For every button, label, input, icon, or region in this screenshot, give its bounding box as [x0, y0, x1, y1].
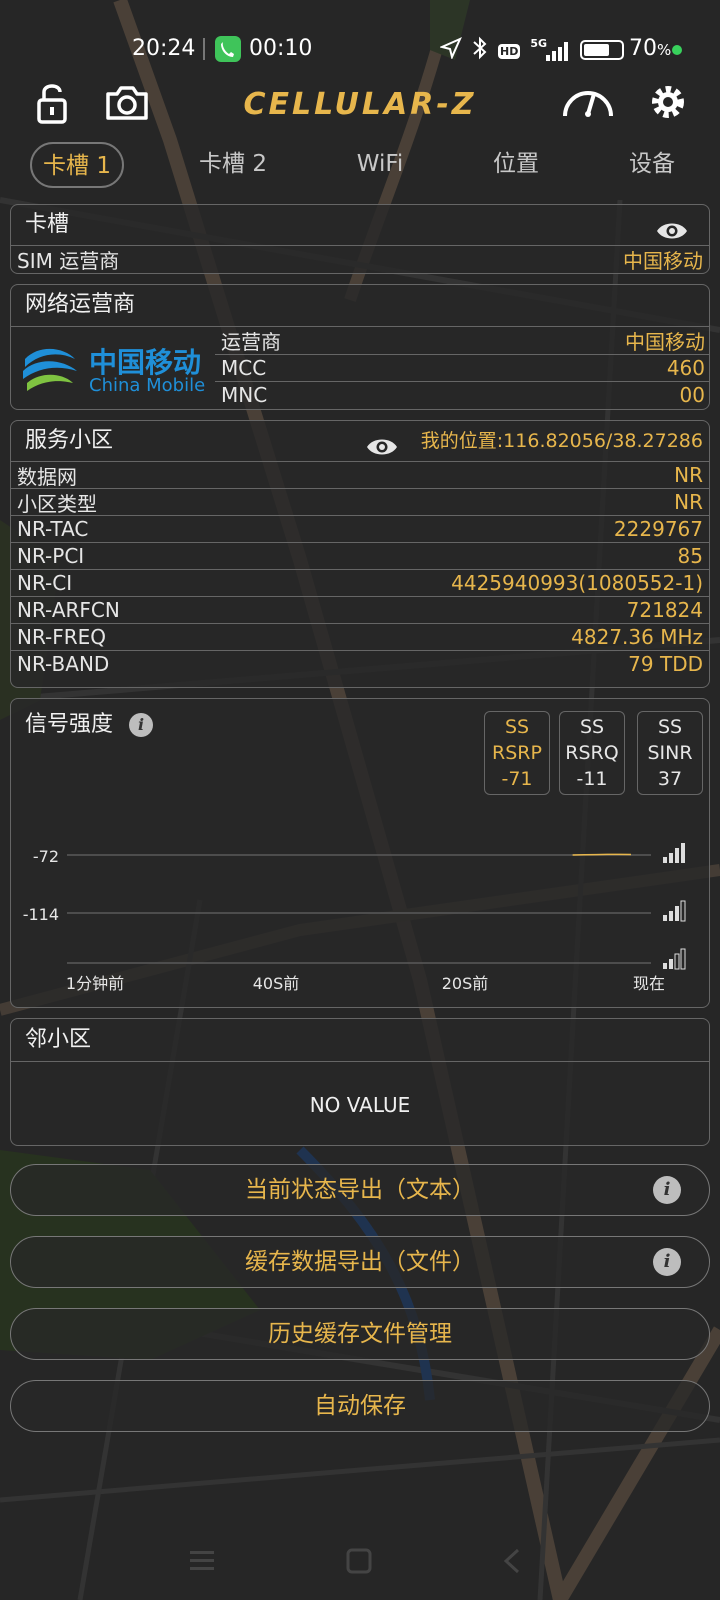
tab-bar: 卡槽 1 卡槽 2 WiFi 位置 设备	[0, 142, 720, 188]
tab-slot-2[interactable]: 卡槽 2	[178, 142, 288, 188]
5g-signal-icon: 5G	[530, 37, 570, 63]
x-tick-label: 1分钟前	[66, 974, 124, 993]
status-divider	[203, 38, 205, 60]
battery-icon	[580, 40, 624, 60]
operator-rows: 运营商 中国移动 MCC 460 MNC 00	[215, 327, 709, 408]
home-icon[interactable]	[346, 1548, 372, 1578]
ss-sinr-box: SS SINR 37	[637, 711, 703, 795]
serving-cell-panel: 服务小区 我的位置:116.82056/38.27286 数据网 NR 小区类型 N…	[10, 420, 710, 688]
status-icons: HD 5G	[438, 36, 570, 66]
signal-bars-icon	[663, 843, 685, 863]
info-icon[interactable]: i	[653, 1248, 681, 1276]
cell-row: 小区类型 NR	[11, 488, 709, 516]
export-status-text-label: 当前状态导出（文本）	[245, 1177, 475, 1203]
eye-icon[interactable]	[365, 431, 399, 455]
history-cache-manager-button[interactable]: 历史缓存文件管理	[10, 1308, 710, 1360]
status-time: 20:24	[132, 36, 196, 61]
china-mobile-en: China Mobile	[89, 375, 206, 396]
tab-location[interactable]: 位置	[468, 142, 564, 188]
rsrp-series-line	[572, 853, 632, 856]
bluetooth-icon	[472, 36, 488, 66]
slot-panel-title: 卡槽	[25, 212, 70, 237]
tab-wifi[interactable]: WiFi	[330, 142, 430, 188]
signal-bars-icon	[663, 948, 686, 970]
x-tick-label: 20S前	[442, 974, 489, 993]
serving-cell-title: 服务小区	[25, 428, 114, 453]
info-icon[interactable]: i	[653, 1176, 681, 1204]
x-tick-label: 现在	[633, 974, 665, 993]
cell-row: NR-ARFCN 721824	[11, 596, 709, 623]
cell-row: NR-CI 4425940993(1080552-1)	[11, 569, 709, 596]
cell-row: NR-TAC 2229767	[11, 515, 709, 542]
y-tick-label: -72	[33, 847, 59, 866]
y-tick-label: -114	[23, 905, 59, 924]
slot-row-sim-operator: SIM 运营商 中国移动	[11, 245, 709, 273]
lock-icon[interactable]	[34, 80, 74, 130]
system-nav-bar	[0, 1540, 720, 1600]
x-tick-label: 40S前	[253, 974, 300, 993]
china-mobile-logo: 中国移动 China Mobile	[19, 335, 209, 405]
gear-icon[interactable]	[648, 80, 688, 130]
back-icon[interactable]	[502, 1548, 522, 1578]
neighbor-no-value: NO VALUE	[11, 1061, 709, 1145]
neighbor-cell-title: 邻小区	[25, 1027, 92, 1052]
phone-call-icon[interactable]	[215, 36, 241, 62]
china-mobile-emblem-icon	[23, 348, 77, 391]
camera-icon[interactable]	[104, 80, 152, 130]
signal-strength-title: 信号强度	[25, 712, 114, 737]
export-status-text-button[interactable]: 当前状态导出（文本） i	[10, 1164, 710, 1216]
menu-icon[interactable]	[188, 1548, 216, 1576]
neighbor-cell-panel: 邻小区 NO VALUE	[10, 1018, 710, 1146]
speedometer-icon[interactable]	[560, 80, 616, 130]
cell-row: NR-FREQ 4827.36 MHz	[11, 623, 709, 650]
operator-row-mcc: MCC 460	[215, 354, 709, 381]
battery-percent: 70%	[629, 36, 672, 61]
export-cache-file-label: 缓存数据导出（文件）	[245, 1249, 475, 1275]
location-arrow-icon	[438, 37, 462, 65]
cell-row: NR-BAND 79 TDD	[11, 650, 709, 677]
call-timer: 00:10	[249, 36, 313, 61]
operator-body: 中国移动 China Mobile 运营商 中国移动 MCC 460 MNC 00	[11, 326, 709, 409]
ss-rsrp-box: SS RSRP -71	[484, 711, 550, 795]
signal-bars-icon	[663, 900, 686, 922]
operator-panel: 网络运营商 中国移动 China Mobile 运营商 中国移动 MCC 460 M…	[10, 284, 710, 410]
info-icon[interactable]: i	[129, 713, 153, 737]
status-bar: 20:24 00:10 HD 5G 70%	[0, 30, 720, 70]
tab-device[interactable]: 设备	[604, 142, 700, 188]
tab-slot-1[interactable]: 卡槽 1	[30, 142, 124, 188]
operator-row-mnc: MNC 00	[215, 381, 709, 408]
operator-row-carrier: 运营商 中国移动	[221, 330, 705, 354]
cell-row: NR-PCI 85	[11, 542, 709, 569]
cell-row: 数据网 NR	[11, 461, 709, 489]
ss-rsrq-box: SS RSRQ -11	[559, 711, 625, 795]
slot-panel: 卡槽 SIM 运营商 中国移动	[10, 204, 710, 274]
battery-fill	[584, 44, 610, 56]
my-location: 我的位置:116.82056/38.27286	[420, 430, 703, 452]
battery-status-dot	[672, 45, 682, 55]
export-cache-file-button[interactable]: 缓存数据导出（文件） i	[10, 1236, 710, 1288]
hd-icon: HD	[498, 43, 521, 59]
app-logo: CELLULAR-Z	[243, 87, 477, 122]
auto-save-button[interactable]: 自动保存	[10, 1380, 710, 1432]
signal-chart: -72 -114 1分钟前 40S前 20S前 现在	[23, 843, 686, 993]
eye-icon[interactable]	[655, 215, 689, 239]
operator-panel-title: 网络运营商	[25, 292, 136, 317]
signal-strength-panel: 信号强度 i SS RSRP -71 SS RSRQ -11 SS SINR 3…	[10, 698, 710, 1008]
